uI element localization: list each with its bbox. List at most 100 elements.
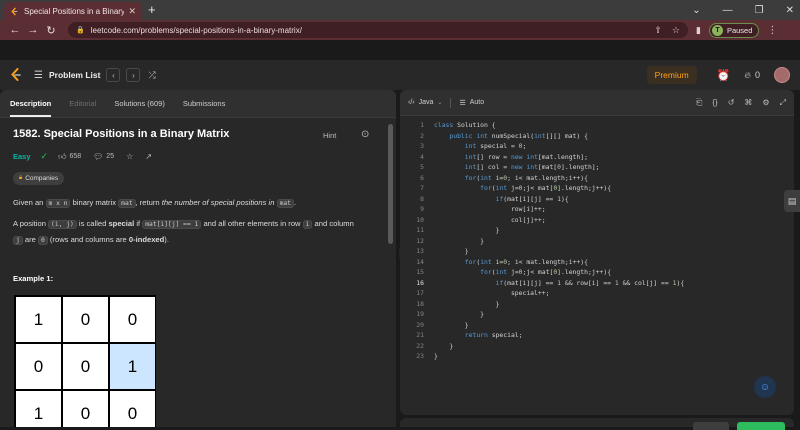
- browser-menu-icon[interactable]: ⋮: [767, 25, 777, 36]
- code-line[interactable]: return special;: [434, 330, 523, 341]
- braces-icon[interactable]: {}: [712, 98, 717, 107]
- line-number: 7: [420, 184, 424, 192]
- tab-search-icon[interactable]: ⌄: [692, 5, 700, 16]
- hint-button[interactable]: Hint: [323, 131, 336, 140]
- code-line[interactable]: for(int j=0;j< mat[0].length;j++){: [434, 183, 611, 194]
- line-number: 3: [420, 142, 424, 150]
- problem-list-icon[interactable]: ☰: [34, 70, 43, 81]
- code-line[interactable]: for(int i=0; i< mat.length;i++){: [434, 173, 588, 184]
- bookmark-star-icon[interactable]: ☆: [672, 25, 680, 36]
- description-scrollbar[interactable]: [388, 124, 393, 244]
- page-top-strip: [0, 40, 800, 60]
- statement-text: is called: [76, 219, 109, 228]
- lock-icon[interactable]: 🔒: [76, 26, 85, 34]
- code-line[interactable]: }: [434, 246, 469, 257]
- favorite-star-icon[interactable]: ☆: [126, 152, 133, 161]
- line-number: 18: [416, 299, 424, 308]
- profile-button[interactable]: T Paused: [708, 22, 760, 38]
- line-number: 15: [416, 268, 424, 276]
- matrix-cell: 1: [15, 296, 62, 343]
- reset-icon[interactable]: ↺: [728, 98, 735, 107]
- auto-mode-toggle[interactable]: Auto: [470, 99, 484, 106]
- restore-icon[interactable]: ❐: [755, 5, 764, 16]
- tab-close-icon[interactable]: ✕: [128, 6, 136, 17]
- code-line[interactable]: special++;: [434, 288, 550, 299]
- code-line[interactable]: }: [434, 236, 484, 247]
- code-line[interactable]: }: [434, 299, 500, 310]
- fullscreen-icon[interactable]: ⤢: [780, 98, 786, 108]
- code-line[interactable]: for(int i=0; i< mat.length;i++){: [434, 257, 588, 268]
- user-avatar[interactable]: [774, 67, 790, 83]
- back-icon[interactable]: ←: [6, 24, 24, 36]
- next-problem-button[interactable]: ›: [126, 68, 141, 82]
- code-line[interactable]: int[] col = new int[mat[0].length];: [434, 162, 600, 173]
- shortcut-icon[interactable]: ⌘: [744, 98, 752, 107]
- statement-strong: special: [108, 219, 135, 228]
- submit-button[interactable]: [737, 422, 785, 430]
- line-number: 21: [416, 331, 424, 339]
- comment-icon[interactable]: 💬︎: [93, 152, 103, 161]
- code-line[interactable]: int[] row = new int[mat.length];: [434, 152, 588, 163]
- console-bar: [400, 418, 794, 427]
- code-line[interactable]: }: [434, 309, 484, 320]
- language-select[interactable]: Java: [419, 99, 434, 106]
- tab-description[interactable]: Description: [10, 99, 52, 117]
- code-line[interactable]: }: [434, 351, 438, 362]
- leetcode-favicon-icon: [11, 6, 18, 16]
- share-link-icon[interactable]: ↗: [145, 152, 152, 161]
- tab-solutions[interactable]: Solutions (609): [114, 99, 164, 108]
- code-line[interactable]: if(mat[i][j] == 1 && row[i] == 1 && col[…: [434, 278, 685, 289]
- inline-code: mat[i][j] == 1: [142, 220, 202, 229]
- premium-button[interactable]: Premium: [646, 66, 697, 84]
- feedback-chat-icon[interactable]: ☺: [754, 376, 776, 398]
- line-number: 1: [420, 121, 424, 129]
- code-line[interactable]: }: [434, 341, 453, 352]
- forward-icon[interactable]: →: [24, 24, 42, 36]
- url-bar[interactable]: 🔒 leetcode.com/problems/special-position…: [68, 22, 688, 38]
- code-line[interactable]: if(mat[i][j] == 1){: [434, 194, 569, 205]
- line-number: 13: [416, 247, 424, 255]
- page-title: 1582. Special Positions in a Binary Matr…: [13, 128, 230, 140]
- bookmark-icon[interactable]: ⎗: [696, 98, 702, 108]
- timer-icon[interactable]: ⏰: [717, 69, 731, 82]
- matrix-cell: 0: [109, 390, 156, 427]
- share-icon[interactable]: ⇪: [654, 25, 662, 36]
- code-line[interactable]: col[j]++;: [434, 215, 546, 226]
- side-panel-icon[interactable]: ▮: [696, 25, 701, 36]
- browser-tab[interactable]: Special Positions in a Binary Matr ✕: [4, 2, 142, 20]
- notes-icon[interactable]: ▤: [784, 190, 800, 212]
- like-icon[interactable]: 👍︎: [58, 152, 66, 162]
- inline-code: i: [302, 220, 313, 229]
- problem-list-link[interactable]: Problem List: [49, 70, 100, 80]
- code-line[interactable]: for(int j=0;j< mat[0].length;j++){: [434, 267, 611, 278]
- description-tabs: Description Editorial Solutions (609) Su…: [0, 90, 396, 118]
- statement-text: .: [293, 198, 297, 207]
- run-button[interactable]: [693, 422, 729, 430]
- minimize-icon[interactable]: —: [723, 5, 733, 16]
- prev-problem-button[interactable]: ‹: [106, 68, 121, 82]
- example-label: Example 1:: [13, 274, 54, 283]
- code-line[interactable]: }: [434, 320, 469, 331]
- code-line[interactable]: public int numSpecial(int[][] mat) {: [434, 131, 588, 142]
- code-line[interactable]: int special = 0;: [434, 141, 527, 152]
- code-line[interactable]: row[i]++;: [434, 204, 546, 215]
- chevron-down-icon[interactable]: ⌄: [437, 99, 442, 106]
- line-number: 20: [416, 320, 424, 329]
- companies-tag[interactable]: 🔒︎ Companies: [13, 172, 65, 185]
- streak-count: 0: [754, 70, 760, 80]
- shuffle-icon[interactable]: ⤮: [148, 70, 155, 81]
- settings-gear-icon[interactable]: ⚙: [762, 98, 769, 107]
- problem-meta: Easy ✓ 👍︎ 658 💬︎ 25 ☆ ↗: [13, 151, 155, 162]
- tab-editorial[interactable]: Editorial: [69, 99, 96, 108]
- more-options-icon[interactable]: ⊙: [361, 129, 369, 140]
- window-controls: ⌄ — ❐ ✕: [692, 0, 794, 20]
- code-line[interactable]: }: [434, 225, 500, 236]
- streak-counter[interactable]: 🔥︎ 0: [744, 70, 760, 81]
- code-line[interactable]: class Solution {: [434, 120, 496, 131]
- leetcode-logo-icon[interactable]: [10, 68, 22, 82]
- close-window-icon[interactable]: ✕: [786, 5, 794, 16]
- tab-submissions[interactable]: Submissions: [183, 99, 226, 108]
- lock-icon: 🔒︎: [19, 175, 23, 181]
- reload-icon[interactable]: ↻: [42, 24, 60, 37]
- new-tab-button[interactable]: +: [148, 2, 156, 17]
